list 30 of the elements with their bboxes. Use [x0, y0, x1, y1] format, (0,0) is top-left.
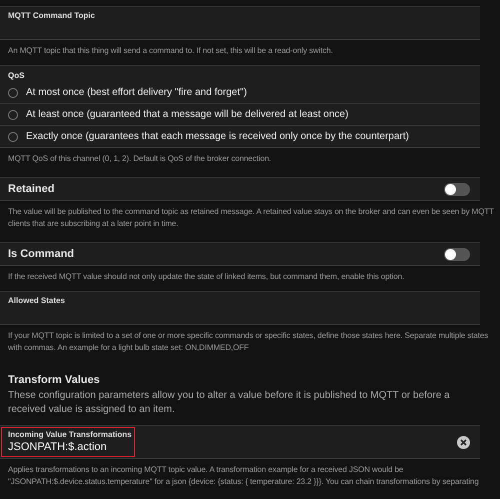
help-text: The value will be published to the command topic as retained message. A retained value stays on the broker and can even be seen by MQTT clients that are subscribing at a later point in time.	[7, 206, 494, 230]
option-label: At most once (best effort delivery "fire and forget")	[26, 87, 247, 98]
section-heading: Transform Values	[7, 373, 101, 388]
field-value: JSONPATH:$.action	[8, 441, 108, 453]
toggle-label: Retained	[8, 183, 54, 195]
text-field[interactable]: MQTT Command Topic	[0, 6, 480, 40]
group-label: QoS	[7, 71, 26, 80]
radio-option[interactable]: Exactly once (guarantees that each message is received only once by the counterpart)	[0, 126, 480, 147]
help-text: If the received MQTT value should not only update the state of linked items, but command them, enable this option.	[7, 271, 406, 283]
radio-option[interactable]: At most once (best effort delivery "fire and forget")	[0, 82, 480, 104]
text-field[interactable]: Incoming Value Transformations JSONPATH:$.action	[0, 425, 480, 459]
clear-icon[interactable]	[457, 436, 470, 448]
field-label: Allowed States	[8, 296, 66, 305]
option-label: Exactly once (guarantees that each message is received only once by the counterpart)	[26, 131, 409, 142]
radio-button[interactable]	[8, 110, 18, 120]
radio-option[interactable]: At least once (guaranteed that a message will be delivered at least once)	[0, 104, 480, 126]
field-label: MQTT Command Topic	[8, 11, 96, 20]
field-label: Incoming Value Transformations	[8, 430, 133, 439]
help-text: Applies transformations to an incoming MQTT topic value. A transformation example for a received JSON would be "JSONPATH:$.device.status.temperature" for a json {device: {status: { temperature: 23.2 }}}. You can chain transformations by separating	[7, 464, 480, 488]
help-text: An MQTT topic that this thing will send a command to. If not set, this will be a read-only switch.	[7, 45, 334, 57]
toggle-switch[interactable]	[444, 182, 470, 196]
option-label: At least once (guaranteed that a message will be delivered at least once)	[26, 109, 348, 120]
radio-button[interactable]	[8, 132, 18, 142]
help-text: MQTT QoS of this channel (0, 1, 2). Default is QoS of the broker connection.	[7, 153, 272, 165]
toggle-label: Is Command	[8, 248, 74, 260]
text-field[interactable]: Allowed States	[0, 291, 480, 325]
toggle-switch[interactable]	[444, 248, 470, 260]
radio-button[interactable]	[8, 88, 18, 98]
section-description: These configuration parameters allow you to alter a value before it is published to MQTT or before a received value is assigned to an item.	[7, 389, 451, 417]
help-text: If your MQTT topic is limited to a set of one or more specific commands or specific states, define those states here. Separate multiple states with commas. An example for a light bulb state set: ON,DIMMED,OFF	[7, 330, 490, 354]
